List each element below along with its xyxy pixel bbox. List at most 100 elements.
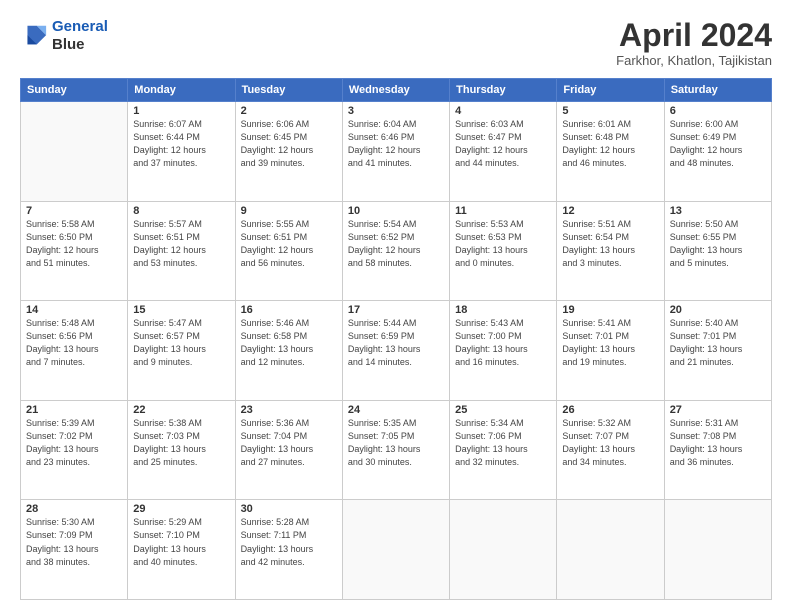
calendar-cell: 16Sunrise: 5:46 AM Sunset: 6:58 PM Dayli… [235, 301, 342, 401]
day-number: 2 [241, 105, 337, 117]
weekday-header-thursday: Thursday [450, 79, 557, 102]
day-number: 8 [133, 205, 229, 217]
calendar-cell [664, 500, 771, 600]
day-number: 30 [241, 503, 337, 515]
day-number: 21 [26, 404, 122, 416]
day-info: Sunrise: 5:35 AM Sunset: 7:05 PM Dayligh… [348, 417, 444, 469]
day-info: Sunrise: 5:32 AM Sunset: 7:07 PM Dayligh… [562, 417, 658, 469]
logo-text: General Blue [52, 18, 108, 54]
day-number: 20 [670, 304, 766, 316]
day-info: Sunrise: 6:07 AM Sunset: 6:44 PM Dayligh… [133, 118, 229, 170]
calendar-cell [450, 500, 557, 600]
day-number: 28 [26, 503, 122, 515]
day-info: Sunrise: 5:57 AM Sunset: 6:51 PM Dayligh… [133, 218, 229, 270]
calendar-cell: 18Sunrise: 5:43 AM Sunset: 7:00 PM Dayli… [450, 301, 557, 401]
day-number: 14 [26, 304, 122, 316]
day-number: 5 [562, 105, 658, 117]
day-number: 3 [348, 105, 444, 117]
calendar-cell: 13Sunrise: 5:50 AM Sunset: 6:55 PM Dayli… [664, 201, 771, 301]
day-number: 15 [133, 304, 229, 316]
day-info: Sunrise: 5:36 AM Sunset: 7:04 PM Dayligh… [241, 417, 337, 469]
day-info: Sunrise: 5:48 AM Sunset: 6:56 PM Dayligh… [26, 317, 122, 369]
weekday-header-tuesday: Tuesday [235, 79, 342, 102]
calendar-cell: 3Sunrise: 6:04 AM Sunset: 6:46 PM Daylig… [342, 102, 449, 202]
day-info: Sunrise: 6:06 AM Sunset: 6:45 PM Dayligh… [241, 118, 337, 170]
day-info: Sunrise: 5:34 AM Sunset: 7:06 PM Dayligh… [455, 417, 551, 469]
calendar-cell: 26Sunrise: 5:32 AM Sunset: 7:07 PM Dayli… [557, 400, 664, 500]
week-row-1: 1Sunrise: 6:07 AM Sunset: 6:44 PM Daylig… [21, 102, 772, 202]
day-number: 26 [562, 404, 658, 416]
calendar-cell: 8Sunrise: 5:57 AM Sunset: 6:51 PM Daylig… [128, 201, 235, 301]
weekday-header-friday: Friday [557, 79, 664, 102]
calendar-cell: 12Sunrise: 5:51 AM Sunset: 6:54 PM Dayli… [557, 201, 664, 301]
page: General Blue April 2024 Farkhor, Khatlon… [0, 0, 792, 612]
day-number: 12 [562, 205, 658, 217]
calendar-cell: 4Sunrise: 6:03 AM Sunset: 6:47 PM Daylig… [450, 102, 557, 202]
day-number: 16 [241, 304, 337, 316]
calendar-cell: 14Sunrise: 5:48 AM Sunset: 6:56 PM Dayli… [21, 301, 128, 401]
day-number: 7 [26, 205, 122, 217]
title-block: April 2024 Farkhor, Khatlon, Tajikistan [616, 18, 772, 68]
calendar-cell: 28Sunrise: 5:30 AM Sunset: 7:09 PM Dayli… [21, 500, 128, 600]
day-info: Sunrise: 5:51 AM Sunset: 6:54 PM Dayligh… [562, 218, 658, 270]
day-info: Sunrise: 6:03 AM Sunset: 6:47 PM Dayligh… [455, 118, 551, 170]
calendar-cell: 22Sunrise: 5:38 AM Sunset: 7:03 PM Dayli… [128, 400, 235, 500]
day-info: Sunrise: 5:38 AM Sunset: 7:03 PM Dayligh… [133, 417, 229, 469]
calendar-cell: 24Sunrise: 5:35 AM Sunset: 7:05 PM Dayli… [342, 400, 449, 500]
day-info: Sunrise: 5:58 AM Sunset: 6:50 PM Dayligh… [26, 218, 122, 270]
week-row-4: 21Sunrise: 5:39 AM Sunset: 7:02 PM Dayli… [21, 400, 772, 500]
day-info: Sunrise: 5:39 AM Sunset: 7:02 PM Dayligh… [26, 417, 122, 469]
calendar-cell: 10Sunrise: 5:54 AM Sunset: 6:52 PM Dayli… [342, 201, 449, 301]
week-row-2: 7Sunrise: 5:58 AM Sunset: 6:50 PM Daylig… [21, 201, 772, 301]
day-info: Sunrise: 5:55 AM Sunset: 6:51 PM Dayligh… [241, 218, 337, 270]
day-number: 19 [562, 304, 658, 316]
day-info: Sunrise: 5:30 AM Sunset: 7:09 PM Dayligh… [26, 516, 122, 568]
calendar-cell [21, 102, 128, 202]
weekday-header-saturday: Saturday [664, 79, 771, 102]
logo-line2: Blue [52, 36, 108, 54]
day-info: Sunrise: 6:04 AM Sunset: 6:46 PM Dayligh… [348, 118, 444, 170]
calendar-cell: 19Sunrise: 5:41 AM Sunset: 7:01 PM Dayli… [557, 301, 664, 401]
calendar-table: SundayMondayTuesdayWednesdayThursdayFrid… [20, 78, 772, 600]
day-number: 17 [348, 304, 444, 316]
logo-line1: General [52, 18, 108, 35]
location-subtitle: Farkhor, Khatlon, Tajikistan [616, 53, 772, 68]
calendar-cell: 6Sunrise: 6:00 AM Sunset: 6:49 PM Daylig… [664, 102, 771, 202]
calendar-cell: 9Sunrise: 5:55 AM Sunset: 6:51 PM Daylig… [235, 201, 342, 301]
day-number: 24 [348, 404, 444, 416]
day-info: Sunrise: 5:44 AM Sunset: 6:59 PM Dayligh… [348, 317, 444, 369]
calendar-cell: 27Sunrise: 5:31 AM Sunset: 7:08 PM Dayli… [664, 400, 771, 500]
day-number: 10 [348, 205, 444, 217]
day-info: Sunrise: 5:47 AM Sunset: 6:57 PM Dayligh… [133, 317, 229, 369]
day-number: 29 [133, 503, 229, 515]
day-info: Sunrise: 6:01 AM Sunset: 6:48 PM Dayligh… [562, 118, 658, 170]
calendar-cell: 11Sunrise: 5:53 AM Sunset: 6:53 PM Dayli… [450, 201, 557, 301]
header: General Blue April 2024 Farkhor, Khatlon… [20, 18, 772, 68]
calendar-cell: 1Sunrise: 6:07 AM Sunset: 6:44 PM Daylig… [128, 102, 235, 202]
day-info: Sunrise: 5:28 AM Sunset: 7:11 PM Dayligh… [241, 516, 337, 568]
logo: General Blue [20, 18, 108, 54]
day-number: 1 [133, 105, 229, 117]
day-number: 22 [133, 404, 229, 416]
day-number: 13 [670, 205, 766, 217]
weekday-header-wednesday: Wednesday [342, 79, 449, 102]
calendar-cell: 15Sunrise: 5:47 AM Sunset: 6:57 PM Dayli… [128, 301, 235, 401]
calendar-cell: 7Sunrise: 5:58 AM Sunset: 6:50 PM Daylig… [21, 201, 128, 301]
calendar-cell: 20Sunrise: 5:40 AM Sunset: 7:01 PM Dayli… [664, 301, 771, 401]
calendar-cell: 30Sunrise: 5:28 AM Sunset: 7:11 PM Dayli… [235, 500, 342, 600]
day-info: Sunrise: 5:43 AM Sunset: 7:00 PM Dayligh… [455, 317, 551, 369]
day-info: Sunrise: 5:50 AM Sunset: 6:55 PM Dayligh… [670, 218, 766, 270]
weekday-header-sunday: Sunday [21, 79, 128, 102]
day-info: Sunrise: 6:00 AM Sunset: 6:49 PM Dayligh… [670, 118, 766, 170]
day-number: 18 [455, 304, 551, 316]
day-number: 11 [455, 205, 551, 217]
logo-icon [20, 22, 48, 50]
calendar-cell [342, 500, 449, 600]
day-info: Sunrise: 5:40 AM Sunset: 7:01 PM Dayligh… [670, 317, 766, 369]
day-info: Sunrise: 5:41 AM Sunset: 7:01 PM Dayligh… [562, 317, 658, 369]
day-info: Sunrise: 5:54 AM Sunset: 6:52 PM Dayligh… [348, 218, 444, 270]
calendar-cell: 2Sunrise: 6:06 AM Sunset: 6:45 PM Daylig… [235, 102, 342, 202]
calendar-cell [557, 500, 664, 600]
calendar-cell: 25Sunrise: 5:34 AM Sunset: 7:06 PM Dayli… [450, 400, 557, 500]
calendar-cell: 23Sunrise: 5:36 AM Sunset: 7:04 PM Dayli… [235, 400, 342, 500]
